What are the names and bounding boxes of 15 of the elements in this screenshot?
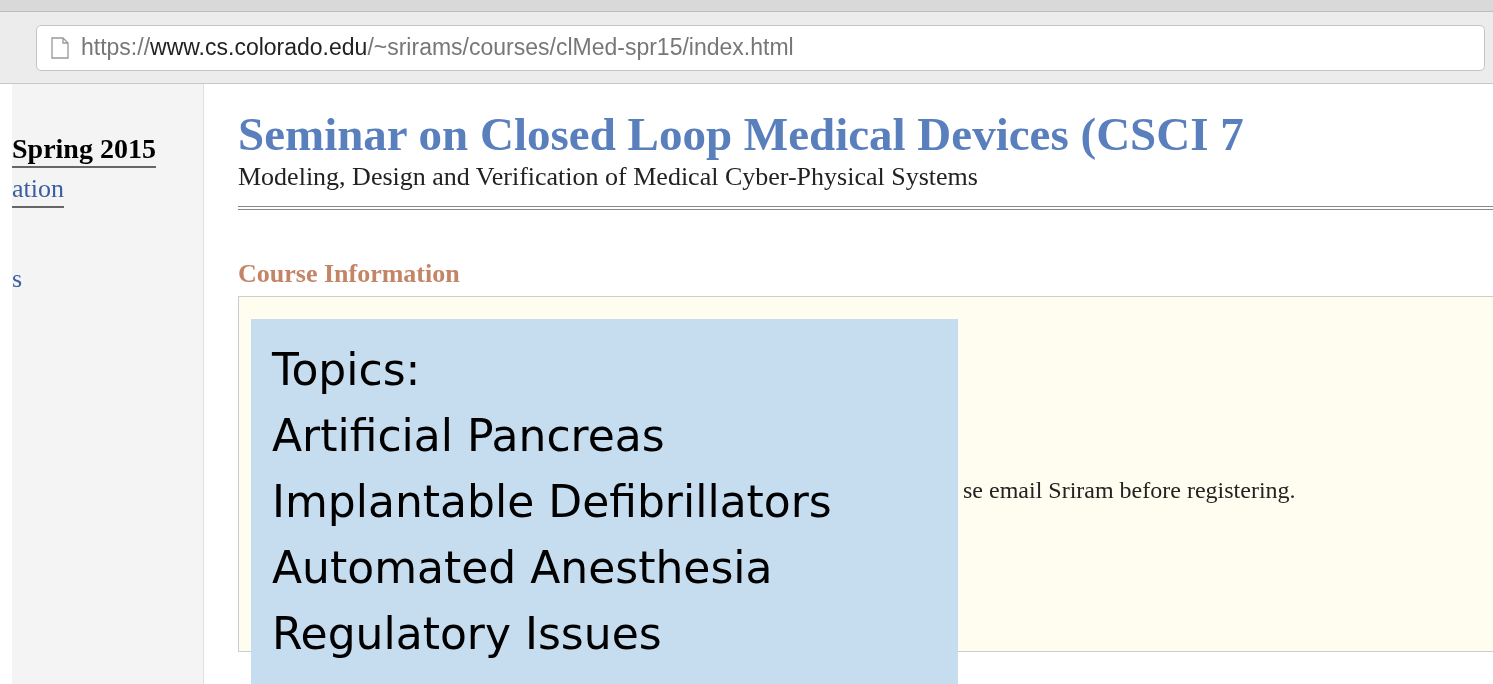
- topic-line: Implantable Defibrillators: [272, 475, 833, 529]
- page-subtitle: Modeling, Design and Verification of Medical Cyber-Physical Systems: [238, 162, 979, 192]
- page-title: Seminar on Closed Loop Medical Devices (CSCI 7: [238, 107, 1245, 162]
- sidebar-heading: Spring 2015: [12, 132, 156, 168]
- info-text: se email Sriram before registering.: [963, 476, 1296, 505]
- sidebar-link[interactable]: s: [12, 262, 23, 296]
- topic-line: Topics:: [272, 343, 422, 397]
- topic-line: Artificial Pancreas: [272, 409, 666, 463]
- topic-line: Regulatory Issues: [272, 607, 663, 661]
- address-bar[interactable]: https://www.cs.colorado.edu/~srirams/courses/clMed-spr15/index.html: [36, 24, 1485, 71]
- url-text: https://www.cs.colorado.edu/~srirams/courses/clMed-spr15/index.html: [81, 33, 794, 63]
- section-heading: Course Information: [238, 258, 461, 290]
- page-icon: [51, 36, 69, 59]
- topic-line: Automated Anesthesia: [272, 541, 774, 595]
- sidebar-link[interactable]: ation: [12, 172, 64, 208]
